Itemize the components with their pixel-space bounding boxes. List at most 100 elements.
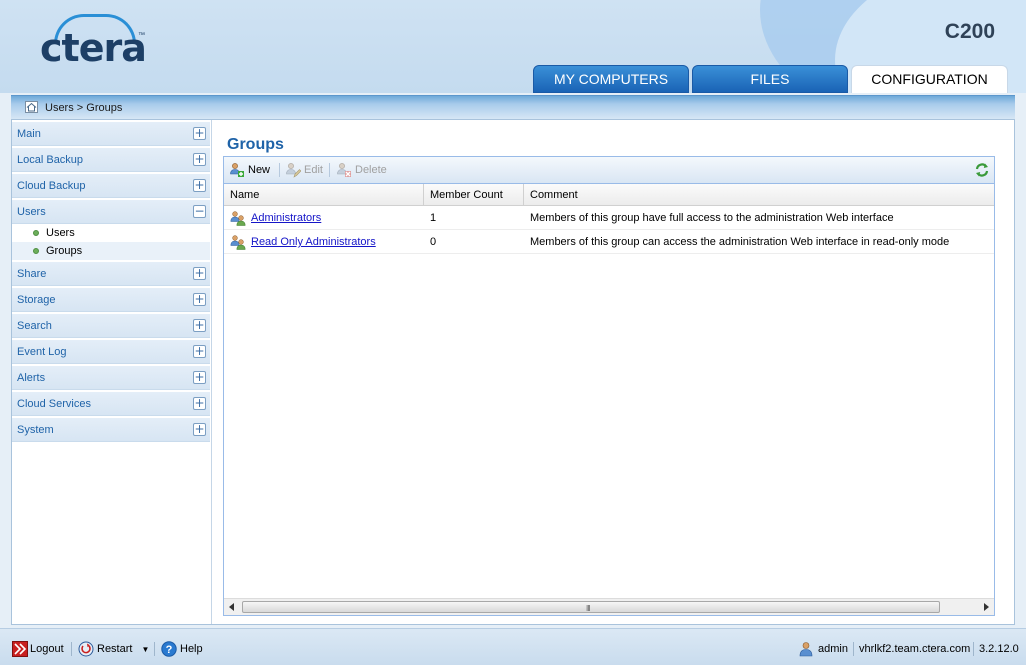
- logout-button[interactable]: Logout: [12, 641, 64, 657]
- sidebar-item-label: Event Log: [17, 346, 67, 358]
- main-frame: Main + Local Backup + Cloud Backup + Use…: [11, 119, 1015, 625]
- refresh-icon[interactable]: [974, 162, 990, 178]
- device-model: C200: [944, 20, 995, 43]
- sidebar-subitem-users[interactable]: Users: [12, 224, 210, 242]
- collapse-icon[interactable]: −: [193, 205, 206, 218]
- bullet-icon: [33, 248, 39, 254]
- svg-text:?: ?: [166, 644, 173, 656]
- scroll-right-icon[interactable]: [984, 603, 989, 611]
- sidebar-item-local-backup[interactable]: Local Backup +: [12, 148, 210, 172]
- sidebar-item-storage[interactable]: Storage +: [12, 288, 210, 312]
- breadcrumb-text: Users > Groups: [45, 102, 123, 114]
- footer-separator: [154, 642, 155, 656]
- header: ctera ™ C200 MY COMPUTERS FILES CONFIGUR…: [0, 0, 1026, 93]
- group-name-link[interactable]: Administrators: [251, 212, 321, 224]
- group-name-link[interactable]: Read Only Administrators: [251, 236, 376, 248]
- group-icon: [230, 235, 246, 250]
- group-icon: [230, 211, 246, 226]
- sidebar-item-label: Main: [17, 128, 41, 140]
- tab-my-computers[interactable]: MY COMPUTERS: [533, 65, 689, 93]
- scrollbar-grip: III: [586, 604, 591, 613]
- sidebar-item-label: Users: [17, 206, 46, 218]
- sidebar-item-label: Local Backup: [17, 154, 84, 166]
- sidebar-item-label: System: [17, 424, 54, 436]
- sidebar-item-cloud-services[interactable]: Cloud Services +: [12, 392, 210, 416]
- column-header-member-count[interactable]: Member Count: [424, 184, 524, 206]
- expand-icon[interactable]: +: [193, 371, 206, 384]
- comment-cell: Members of this group have full access t…: [530, 212, 894, 224]
- expand-icon[interactable]: +: [193, 267, 206, 280]
- comment-cell: Members of this group can access the adm…: [530, 236, 950, 248]
- member-count-cell: 1: [430, 212, 437, 224]
- toolbar-separator: [279, 163, 280, 177]
- sidebar-item-label: Cloud Services: [17, 398, 91, 410]
- sidebar-item-label: Storage: [17, 294, 56, 306]
- sidebar-item-alerts[interactable]: Alerts +: [12, 366, 210, 390]
- expand-icon[interactable]: +: [193, 397, 206, 410]
- logo-trademark: ™: [138, 32, 145, 39]
- sidebar: Main + Local Backup + Cloud Backup + Use…: [12, 122, 210, 444]
- footer-separator: [71, 642, 72, 656]
- logout-icon: [12, 641, 28, 657]
- home-icon[interactable]: [25, 101, 38, 113]
- ctera-logo: ctera ™: [40, 14, 160, 70]
- delete-button[interactable]: Delete: [336, 161, 387, 179]
- expand-icon[interactable]: +: [193, 345, 206, 358]
- new-button[interactable]: New: [229, 161, 270, 179]
- sidebar-item-main[interactable]: Main +: [12, 122, 210, 146]
- sidebar-subitem-groups[interactable]: Groups: [12, 242, 210, 260]
- table-row[interactable]: Read Only Administrators 0 Members of th…: [224, 230, 994, 254]
- new-button-label: New: [248, 164, 271, 176]
- help-button[interactable]: ? Help: [161, 641, 203, 657]
- tab-configuration[interactable]: CONFIGURATION: [851, 65, 1008, 93]
- user-icon: [799, 642, 813, 657]
- sidebar-item-cloud-backup[interactable]: Cloud Backup +: [12, 174, 210, 198]
- sidebar-item-label: Search: [17, 320, 52, 332]
- horizontal-scrollbar[interactable]: III: [224, 598, 994, 615]
- bullet-icon: [33, 230, 39, 236]
- expand-icon[interactable]: +: [193, 319, 206, 332]
- sidebar-item-search[interactable]: Search +: [12, 314, 210, 338]
- sidebar-item-event-log[interactable]: Event Log +: [12, 340, 210, 364]
- expand-icon[interactable]: +: [193, 153, 206, 166]
- restart-button[interactable]: Restart ▼: [78, 641, 149, 657]
- toolbar-separator: [329, 163, 330, 177]
- expand-icon[interactable]: +: [193, 127, 206, 140]
- grid-toolbar: New Edit Delete: [224, 157, 994, 184]
- column-header-name[interactable]: Name: [224, 184, 424, 206]
- new-group-icon: [230, 163, 244, 177]
- edit-button-label: Edit: [304, 164, 323, 176]
- sidebar-item-users[interactable]: Users −: [12, 200, 210, 224]
- footer-separator: [853, 642, 854, 656]
- tab-files[interactable]: FILES: [692, 65, 848, 93]
- restart-icon: [78, 641, 94, 657]
- grid-header: Name Member Count Comment: [224, 184, 994, 206]
- member-count-cell: 0: [430, 236, 437, 248]
- delete-group-icon: [337, 163, 351, 177]
- restart-label: Restart: [97, 643, 133, 655]
- sidebar-item-share[interactable]: Share +: [12, 262, 210, 286]
- page-title: Groups: [227, 136, 284, 153]
- sidebar-item-label: Alerts: [17, 372, 46, 384]
- hostname: vhrlkf2.team.ctera.com: [859, 643, 971, 655]
- help-icon: ?: [161, 641, 177, 657]
- scrollbar-thumb[interactable]: III: [242, 601, 940, 613]
- table-row[interactable]: Administrators 1 Members of this group h…: [224, 206, 994, 230]
- edit-button[interactable]: Edit: [285, 161, 323, 179]
- user-indicator[interactable]: admin: [798, 641, 848, 657]
- sidebar-item-label: Cloud Backup: [17, 180, 86, 192]
- expand-icon[interactable]: +: [193, 179, 206, 192]
- sidebar-item-system[interactable]: System +: [12, 418, 210, 442]
- username: admin: [818, 643, 848, 655]
- scroll-left-icon[interactable]: [229, 603, 234, 611]
- footer-separator: [973, 642, 974, 656]
- sidebar-subitem-label: Users: [46, 227, 75, 239]
- help-label: Help: [180, 643, 203, 655]
- version: 3.2.12.0: [979, 643, 1019, 655]
- expand-icon[interactable]: +: [193, 293, 206, 306]
- logo-text: ctera: [40, 26, 147, 70]
- delete-button-label: Delete: [355, 164, 387, 176]
- chevron-down-icon[interactable]: ▼: [142, 645, 150, 654]
- expand-icon[interactable]: +: [193, 423, 206, 436]
- column-header-comment[interactable]: Comment: [524, 184, 994, 206]
